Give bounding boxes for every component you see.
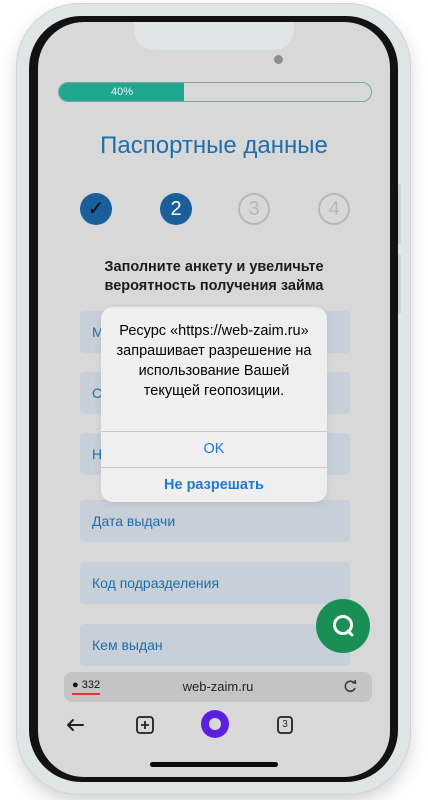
progress-label: 40% (110, 86, 134, 98)
camera (274, 55, 283, 64)
page-title: Паспортные данные (100, 132, 328, 159)
address-bar[interactable]: ● 332 web-zaim.ru (64, 672, 372, 702)
reload-icon[interactable] (342, 678, 358, 694)
chat-button[interactable] (316, 599, 370, 653)
screen: 40% Паспортные данные ✓ 2 3 4 Заполните … (38, 22, 390, 777)
back-arrow-icon[interactable] (64, 714, 86, 736)
deny-button[interactable]: Не разрешать (101, 468, 327, 502)
url-text[interactable]: web-zaim.ru (64, 672, 372, 702)
tabs-count: 3 (282, 719, 288, 730)
progress-bar: 40% (58, 82, 372, 102)
issue-date-field[interactable]: Дата выдачи (80, 500, 350, 542)
step-1[interactable]: ✓ (80, 193, 112, 225)
geolocation-permission-dialog: Ресурс «https://web-zaim.ru» запрашивает… (101, 307, 327, 502)
tabs-button[interactable]: 3 (274, 714, 296, 736)
step-indicator: ✓ 2 3 4 (80, 193, 350, 227)
dialog-message: Ресурс «https://web-zaim.ru» запрашивает… (116, 323, 312, 399)
step-3[interactable]: 3 (238, 193, 270, 225)
alice-icon[interactable] (201, 710, 229, 738)
home-indicator[interactable] (150, 762, 278, 767)
chat-bubble-icon (333, 615, 354, 637)
plus-square-icon[interactable] (134, 714, 156, 736)
division-code-field[interactable]: Код подразделения (80, 562, 350, 604)
step-4[interactable]: 4 (318, 193, 350, 225)
notch (134, 22, 294, 50)
step-2[interactable]: 2 (160, 193, 192, 225)
ok-button[interactable]: OK (101, 432, 327, 467)
form-subtitle: Заполните анкету и увеличьте вероятность… (104, 259, 324, 294)
browser-navbar: 3 (38, 706, 390, 742)
issued-by-field[interactable]: Кем выдан (80, 624, 350, 666)
